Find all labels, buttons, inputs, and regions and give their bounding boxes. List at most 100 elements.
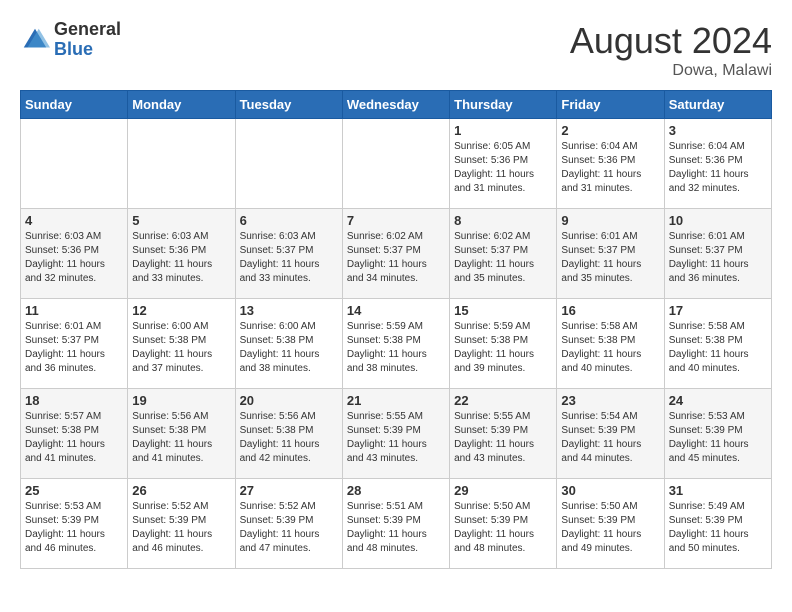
day-info: Sunrise: 5:59 AMSunset: 5:38 PMDaylight:… <box>454 320 552 376</box>
header-day: Sunday <box>21 91 128 119</box>
calendar-cell: 4Sunrise: 6:03 AMSunset: 5:36 PMDaylight… <box>21 209 128 299</box>
day-info: Sunrise: 5:53 AMSunset: 5:39 PMDaylight:… <box>25 500 123 556</box>
day-number: 21 <box>347 393 445 408</box>
day-info: Sunrise: 5:54 AMSunset: 5:39 PMDaylight:… <box>561 410 659 466</box>
day-number: 24 <box>669 393 767 408</box>
calendar-cell: 20 Sunrise: 5:56 AMSunset: 5:38 PMDayligh… <box>235 389 342 479</box>
calendar-cell: 6Sunrise: 6:03 AMSunset: 5:37 PMDaylight… <box>235 209 342 299</box>
calendar-week-row: 1 Sunrise: 6:05 AMSunset: 5:36 PMDaylight… <box>21 119 772 209</box>
calendar-cell: 24Sunrise: 5:53 AMSunset: 5:39 PMDayligh… <box>664 389 771 479</box>
day-info: Sunrise: 6:01 AMSunset: 5:37 PMDaylight:… <box>669 230 767 286</box>
calendar-cell: 31 Sunrise: 5:49 AMSunset: 5:39 PMDayligh… <box>664 479 771 569</box>
calendar-week-row: 11Sunrise: 6:01 AMSunset: 5:37 PMDayligh… <box>21 299 772 389</box>
day-number: 3 <box>669 123 767 138</box>
calendar-cell: 8 Sunrise: 6:02 AMSunset: 5:37 PMDaylight… <box>450 209 557 299</box>
day-number: 28 <box>347 483 445 498</box>
day-info: Sunrise: 5:56 AMSunset: 5:38 PMDaylight:… <box>240 410 338 466</box>
calendar-table: SundayMondayTuesdayWednesdayThursdayFrid… <box>20 90 772 569</box>
calendar-cell: 19 Sunrise: 5:56 AMSunset: 5:38 PMDayligh… <box>128 389 235 479</box>
day-number: 11 <box>25 303 123 318</box>
location: Dowa, Malawi <box>570 62 772 80</box>
day-info: Sunrise: 5:56 AMSunset: 5:38 PMDaylight:… <box>132 410 230 466</box>
day-number: 7 <box>347 213 445 228</box>
header-day: Thursday <box>450 91 557 119</box>
calendar-week-row: 18 Sunrise: 5:57 AMSunset: 5:38 PMDayligh… <box>21 389 772 479</box>
page-header: General Blue August 2024 Dowa, Malawi <box>20 20 772 80</box>
day-number: 26 <box>132 483 230 498</box>
day-info: Sunrise: 6:00 AMSunset: 5:38 PMDaylight:… <box>132 320 230 376</box>
header-day: Wednesday <box>342 91 449 119</box>
day-info: Sunrise: 5:57 AMSunset: 5:38 PMDaylight:… <box>25 410 123 466</box>
day-info: Sunrise: 5:51 AMSunset: 5:39 PMDaylight:… <box>347 500 445 556</box>
day-info: Sunrise: 6:02 AMSunset: 5:37 PMDaylight:… <box>454 230 552 286</box>
day-number: 12 <box>132 303 230 318</box>
day-info: Sunrise: 6:00 AMSunset: 5:38 PMDaylight:… <box>240 320 338 376</box>
day-number: 15 <box>454 303 552 318</box>
header-day: Saturday <box>664 91 771 119</box>
calendar-cell: 27 Sunrise: 5:52 AMSunset: 5:39 PMDayligh… <box>235 479 342 569</box>
day-number: 14 <box>347 303 445 318</box>
calendar-cell: 30 Sunrise: 5:50 AMSunset: 5:39 PMDayligh… <box>557 479 664 569</box>
day-number: 5 <box>132 213 230 228</box>
calendar-cell: 7Sunrise: 6:02 AMSunset: 5:37 PMDaylight… <box>342 209 449 299</box>
calendar-cell: 25 Sunrise: 5:53 AMSunset: 5:39 PMDayligh… <box>21 479 128 569</box>
day-info: Sunrise: 5:58 AMSunset: 5:38 PMDaylight:… <box>669 320 767 376</box>
day-number: 2 <box>561 123 659 138</box>
calendar-cell <box>235 119 342 209</box>
calendar-cell: 11Sunrise: 6:01 AMSunset: 5:37 PMDayligh… <box>21 299 128 389</box>
day-number: 25 <box>25 483 123 498</box>
calendar-body: 1 Sunrise: 6:05 AMSunset: 5:36 PMDaylight… <box>21 119 772 569</box>
calendar-cell <box>342 119 449 209</box>
header-day: Monday <box>128 91 235 119</box>
day-info: Sunrise: 5:49 AMSunset: 5:39 PMDaylight:… <box>669 500 767 556</box>
day-number: 10 <box>669 213 767 228</box>
logo-text: General Blue <box>54 20 121 60</box>
header-day: Tuesday <box>235 91 342 119</box>
day-info: Sunrise: 6:03 AMSunset: 5:36 PMDaylight:… <box>132 230 230 286</box>
day-info: Sunrise: 5:52 AMSunset: 5:39 PMDaylight:… <box>132 500 230 556</box>
day-number: 29 <box>454 483 552 498</box>
calendar-cell: 26 Sunrise: 5:52 AMSunset: 5:39 PMDayligh… <box>128 479 235 569</box>
day-number: 8 <box>454 213 552 228</box>
day-number: 6 <box>240 213 338 228</box>
day-info: Sunrise: 6:01 AMSunset: 5:37 PMDaylight:… <box>561 230 659 286</box>
day-number: 19 <box>132 393 230 408</box>
day-number: 17 <box>669 303 767 318</box>
day-info: Sunrise: 5:50 AMSunset: 5:39 PMDaylight:… <box>454 500 552 556</box>
day-number: 16 <box>561 303 659 318</box>
calendar-cell: 15 Sunrise: 5:59 AMSunset: 5:38 PMDayligh… <box>450 299 557 389</box>
calendar-cell: 3 Sunrise: 6:04 AMSunset: 5:36 PMDaylight… <box>664 119 771 209</box>
calendar-cell: 21 Sunrise: 5:55 AMSunset: 5:39 PMDayligh… <box>342 389 449 479</box>
calendar-cell: 13Sunrise: 6:00 AMSunset: 5:38 PMDayligh… <box>235 299 342 389</box>
calendar-cell: 22Sunrise: 5:55 AMSunset: 5:39 PMDayligh… <box>450 389 557 479</box>
calendar-cell: 5 Sunrise: 6:03 AMSunset: 5:36 PMDaylight… <box>128 209 235 299</box>
day-number: 20 <box>240 393 338 408</box>
day-number: 9 <box>561 213 659 228</box>
day-info: Sunrise: 6:03 AMSunset: 5:36 PMDaylight:… <box>25 230 123 286</box>
calendar-week-row: 4Sunrise: 6:03 AMSunset: 5:36 PMDaylight… <box>21 209 772 299</box>
calendar-cell <box>128 119 235 209</box>
calendar-cell: 9 Sunrise: 6:01 AMSunset: 5:37 PMDaylight… <box>557 209 664 299</box>
calendar-cell: 1 Sunrise: 6:05 AMSunset: 5:36 PMDaylight… <box>450 119 557 209</box>
day-number: 23 <box>561 393 659 408</box>
calendar-cell: 28 Sunrise: 5:51 AMSunset: 5:39 PMDayligh… <box>342 479 449 569</box>
day-number: 31 <box>669 483 767 498</box>
day-info: Sunrise: 5:59 AMSunset: 5:38 PMDaylight:… <box>347 320 445 376</box>
day-info: Sunrise: 5:50 AMSunset: 5:39 PMDaylight:… <box>561 500 659 556</box>
day-info: Sunrise: 6:04 AMSunset: 5:36 PMDaylight:… <box>669 140 767 196</box>
day-number: 30 <box>561 483 659 498</box>
day-number: 18 <box>25 393 123 408</box>
calendar-cell: 17 Sunrise: 5:58 AMSunset: 5:38 PMDayligh… <box>664 299 771 389</box>
day-info: Sunrise: 5:52 AMSunset: 5:39 PMDaylight:… <box>240 500 338 556</box>
day-number: 1 <box>454 123 552 138</box>
title-block: August 2024 Dowa, Malawi <box>570 20 772 80</box>
day-number: 27 <box>240 483 338 498</box>
day-info: Sunrise: 5:55 AMSunset: 5:39 PMDaylight:… <box>347 410 445 466</box>
calendar-header: SundayMondayTuesdayWednesdayThursdayFrid… <box>21 91 772 119</box>
day-info: Sunrise: 6:05 AMSunset: 5:36 PMDaylight:… <box>454 140 552 196</box>
logo-general: General <box>54 20 121 40</box>
calendar-cell: 16Sunrise: 5:58 AMSunset: 5:38 PMDayligh… <box>557 299 664 389</box>
day-info: Sunrise: 6:04 AMSunset: 5:36 PMDaylight:… <box>561 140 659 196</box>
calendar-cell: 10 Sunrise: 6:01 AMSunset: 5:37 PMDayligh… <box>664 209 771 299</box>
logo-blue: Blue <box>54 40 121 60</box>
